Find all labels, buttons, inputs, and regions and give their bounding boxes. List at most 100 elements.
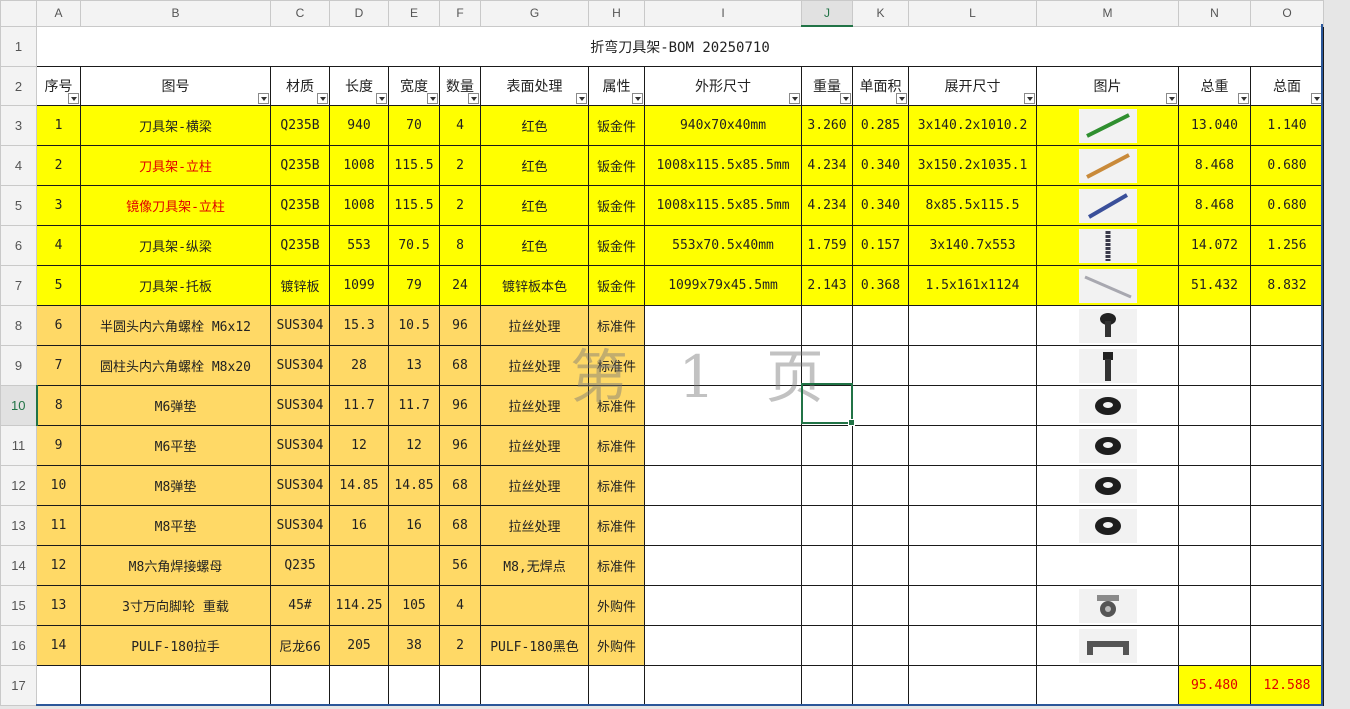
row-header-14[interactable]: 14 — [0, 545, 37, 586]
cell-unf[interactable]: 3x150.2x1035.1 — [908, 145, 1037, 186]
cell-wt[interactable]: 3.260 — [801, 105, 853, 146]
empty-cell[interactable] — [439, 665, 481, 706]
cell-attr[interactable]: 钣金件 — [588, 185, 645, 226]
column-header-b[interactable]: B — [80, 0, 271, 27]
cell-unf[interactable] — [908, 305, 1037, 346]
empty-cell[interactable] — [852, 665, 909, 706]
cell-area[interactable]: 0.340 — [852, 145, 909, 186]
cell-qty[interactable]: 96 — [439, 305, 481, 346]
cell-tw[interactable] — [1178, 425, 1251, 466]
cell-dim[interactable] — [644, 585, 802, 626]
cell-seq[interactable]: 4 — [36, 225, 81, 266]
cell-attr[interactable]: 标准件 — [588, 385, 645, 426]
cell-area[interactable] — [852, 585, 909, 626]
cell-tw[interactable] — [1178, 585, 1251, 626]
cell-name[interactable]: 刀具架-立柱 — [80, 145, 271, 186]
cell-wt[interactable] — [801, 425, 853, 466]
cell-wid[interactable]: 105 — [388, 585, 440, 626]
cell-mat[interactable]: 尼龙66 — [270, 625, 330, 666]
cell-surf[interactable]: 镀锌板本色 — [480, 265, 589, 306]
cell-attr[interactable]: 标准件 — [588, 505, 645, 546]
cell-surf[interactable]: 红色 — [480, 145, 589, 186]
cell-surf[interactable]: PULF-180黑色 — [480, 625, 589, 666]
cell-wt[interactable]: 4.234 — [801, 185, 853, 226]
column-title-cell[interactable]: 图号 — [80, 66, 271, 106]
cell-unf[interactable]: 8x85.5x115.5 — [908, 185, 1037, 226]
cell-wt[interactable]: 1.759 — [801, 225, 853, 266]
cell-wid[interactable]: 38 — [388, 625, 440, 666]
cell-qty[interactable]: 2 — [439, 145, 481, 186]
picture-cell[interactable] — [1036, 345, 1179, 386]
total-weight-cell[interactable]: 95.480 — [1178, 665, 1251, 706]
cell-dim[interactable] — [644, 345, 802, 386]
filter-dropdown-icon[interactable] — [840, 93, 851, 104]
total-area-cell[interactable]: 12.588 — [1250, 665, 1324, 706]
cell-seq[interactable]: 8 — [36, 385, 81, 426]
cell-unf[interactable] — [908, 465, 1037, 506]
cell-name[interactable]: 半圆头内六角螺栓 M6x12 — [80, 305, 271, 346]
cell-qty[interactable]: 96 — [439, 425, 481, 466]
cell-area[interactable] — [852, 625, 909, 666]
cell-wt[interactable] — [801, 585, 853, 626]
cell-dim[interactable] — [644, 385, 802, 426]
column-header-k[interactable]: K — [852, 0, 909, 27]
cell-area[interactable] — [852, 305, 909, 346]
cell-unf[interactable] — [908, 385, 1037, 426]
cell-qty[interactable]: 96 — [439, 385, 481, 426]
cell-ta[interactable] — [1250, 385, 1324, 426]
cell-area[interactable] — [852, 385, 909, 426]
filter-dropdown-icon[interactable] — [896, 93, 907, 104]
cell-ta[interactable] — [1250, 545, 1324, 586]
cell-surf[interactable]: 拉丝处理 — [480, 345, 589, 386]
cell-attr[interactable]: 外购件 — [588, 585, 645, 626]
cell-attr[interactable]: 钣金件 — [588, 225, 645, 266]
cell-surf[interactable]: 拉丝处理 — [480, 465, 589, 506]
column-header-a[interactable]: A — [36, 0, 81, 27]
cell-area[interactable] — [852, 465, 909, 506]
cell-unf[interactable] — [908, 545, 1037, 586]
row-header-10[interactable]: 10 — [0, 385, 38, 426]
picture-cell[interactable] — [1036, 225, 1179, 266]
cell-surf[interactable]: 拉丝处理 — [480, 385, 589, 426]
filter-dropdown-icon[interactable] — [468, 93, 479, 104]
cell-area[interactable] — [852, 505, 909, 546]
cell-tw[interactable] — [1178, 545, 1251, 586]
cell-qty[interactable]: 56 — [439, 545, 481, 586]
cell-dim[interactable] — [644, 625, 802, 666]
cell-len[interactable]: 15.3 — [329, 305, 389, 346]
empty-cell[interactable] — [36, 665, 81, 706]
picture-cell[interactable] — [1036, 185, 1179, 226]
cell-attr[interactable]: 外购件 — [588, 625, 645, 666]
part-thumbnail-washer[interactable] — [1078, 388, 1137, 423]
cell-name[interactable]: 镜像刀具架-立柱 — [80, 185, 271, 226]
cell-wid[interactable]: 10.5 — [388, 305, 440, 346]
cell-unf[interactable]: 1.5x161x1124 — [908, 265, 1037, 306]
filter-dropdown-icon[interactable] — [1166, 93, 1177, 104]
cell-name[interactable]: 圆柱头内六角螺栓 M8x20 — [80, 345, 271, 386]
cell-unf[interactable]: 3x140.7x553 — [908, 225, 1037, 266]
cell-len[interactable]: 11.7 — [329, 385, 389, 426]
sheet-title-cell[interactable]: 折弯刀具架-BOM 20250710 — [36, 25, 1324, 67]
empty-cell[interactable] — [80, 665, 271, 706]
cell-name[interactable]: 刀具架-托板 — [80, 265, 271, 306]
cell-unf[interactable] — [908, 505, 1037, 546]
picture-cell[interactable] — [1036, 145, 1179, 186]
cell-mat[interactable]: 45# — [270, 585, 330, 626]
cell-tw[interactable] — [1178, 505, 1251, 546]
empty-cell[interactable] — [388, 665, 440, 706]
cell-wid[interactable]: 115.5 — [388, 145, 440, 186]
filter-dropdown-icon[interactable] — [258, 93, 269, 104]
cell-dim[interactable] — [644, 505, 802, 546]
filter-dropdown-icon[interactable] — [576, 93, 587, 104]
row-header-8[interactable]: 8 — [0, 305, 37, 346]
picture-cell[interactable] — [1036, 625, 1179, 666]
cell-seq[interactable]: 11 — [36, 505, 81, 546]
cell-name[interactable]: M8六角焊接螺母 — [80, 545, 271, 586]
cell-name[interactable]: M8平垫 — [80, 505, 271, 546]
column-title-cell[interactable]: 表面处理 — [480, 66, 589, 106]
cell-unf[interactable] — [908, 585, 1037, 626]
cell-ta[interactable] — [1250, 305, 1324, 346]
cell-wt[interactable] — [801, 545, 853, 586]
cell-tw[interactable] — [1178, 385, 1251, 426]
cell-len[interactable]: 1008 — [329, 185, 389, 226]
